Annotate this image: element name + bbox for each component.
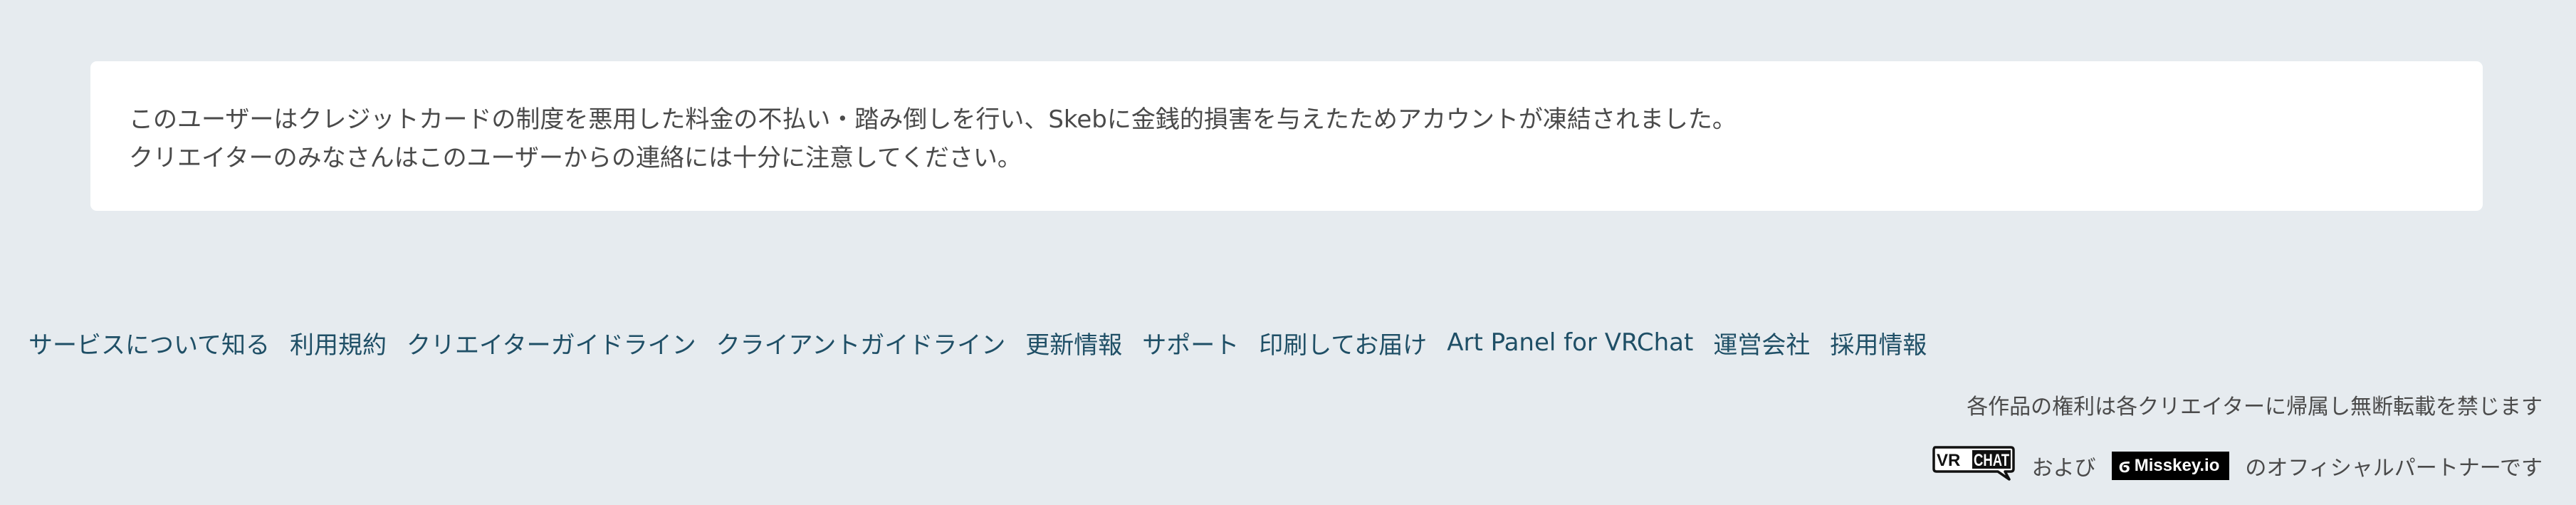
account-frozen-notice: このユーザーはクレジットカードの制度を悪用した料金の不払い・踏み倒しを行い、Sk… bbox=[90, 61, 2483, 211]
footer-link-client-guidelines[interactable]: クライアントガイドライン bbox=[716, 326, 1006, 360]
copyright-notice: 各作品の権利は各クリエイターに帰属し無断転載を禁じます bbox=[1967, 395, 2543, 420]
footer-link-updates[interactable]: 更新情報 bbox=[1025, 326, 1122, 360]
misskey-mark-icon: ϭ bbox=[2118, 454, 2130, 477]
vrchat-logo[interactable]: VR CHAT bbox=[1931, 444, 2016, 487]
vrchat-logo-icon: VR CHAT bbox=[1932, 446, 2015, 481]
misskey-logo[interactable]: ϭ Misskey.io bbox=[2111, 452, 2230, 480]
footer-link-creator-guidelines[interactable]: クリエイターガイドライン bbox=[407, 326, 696, 360]
partner-and-text: および bbox=[2031, 456, 2096, 481]
footer-link-art-panel-vrchat[interactable]: Art Panel for VRChat bbox=[1447, 328, 1693, 357]
footer-link-support[interactable]: サポート bbox=[1142, 326, 1239, 360]
official-partner-row: VR CHAT および ϭ Misskey.io のオフィシャルパートナーです bbox=[1931, 446, 2543, 486]
notice-text-line-1: このユーザーはクレジットカードの制度を悪用した料金の不払い・踏み倒しを行い、Sk… bbox=[129, 105, 1737, 134]
partner-suffix-text: のオフィシャルパートナーです bbox=[2245, 456, 2543, 481]
misskey-logo-text: Misskey.io bbox=[2134, 456, 2220, 475]
footer-link-careers[interactable]: 採用情報 bbox=[1830, 326, 1927, 360]
footer-link-terms[interactable]: 利用規約 bbox=[290, 326, 387, 360]
footer-link-print-delivery[interactable]: 印刷してお届け bbox=[1259, 326, 1427, 360]
notice-text-line-2: クリエイターのみなさんはこのユーザーからの連絡には十分に注意してください。 bbox=[129, 144, 1022, 172]
footer-link-company[interactable]: 運営会社 bbox=[1713, 326, 1810, 360]
footer-nav: サービスについて知る 利用規約 クリエイターガイドライン クライアントガイドライ… bbox=[28, 325, 1927, 360]
vrchat-logo-text: VR CHAT bbox=[1937, 451, 2009, 470]
footer-link-about[interactable]: サービスについて知る bbox=[28, 326, 270, 360]
